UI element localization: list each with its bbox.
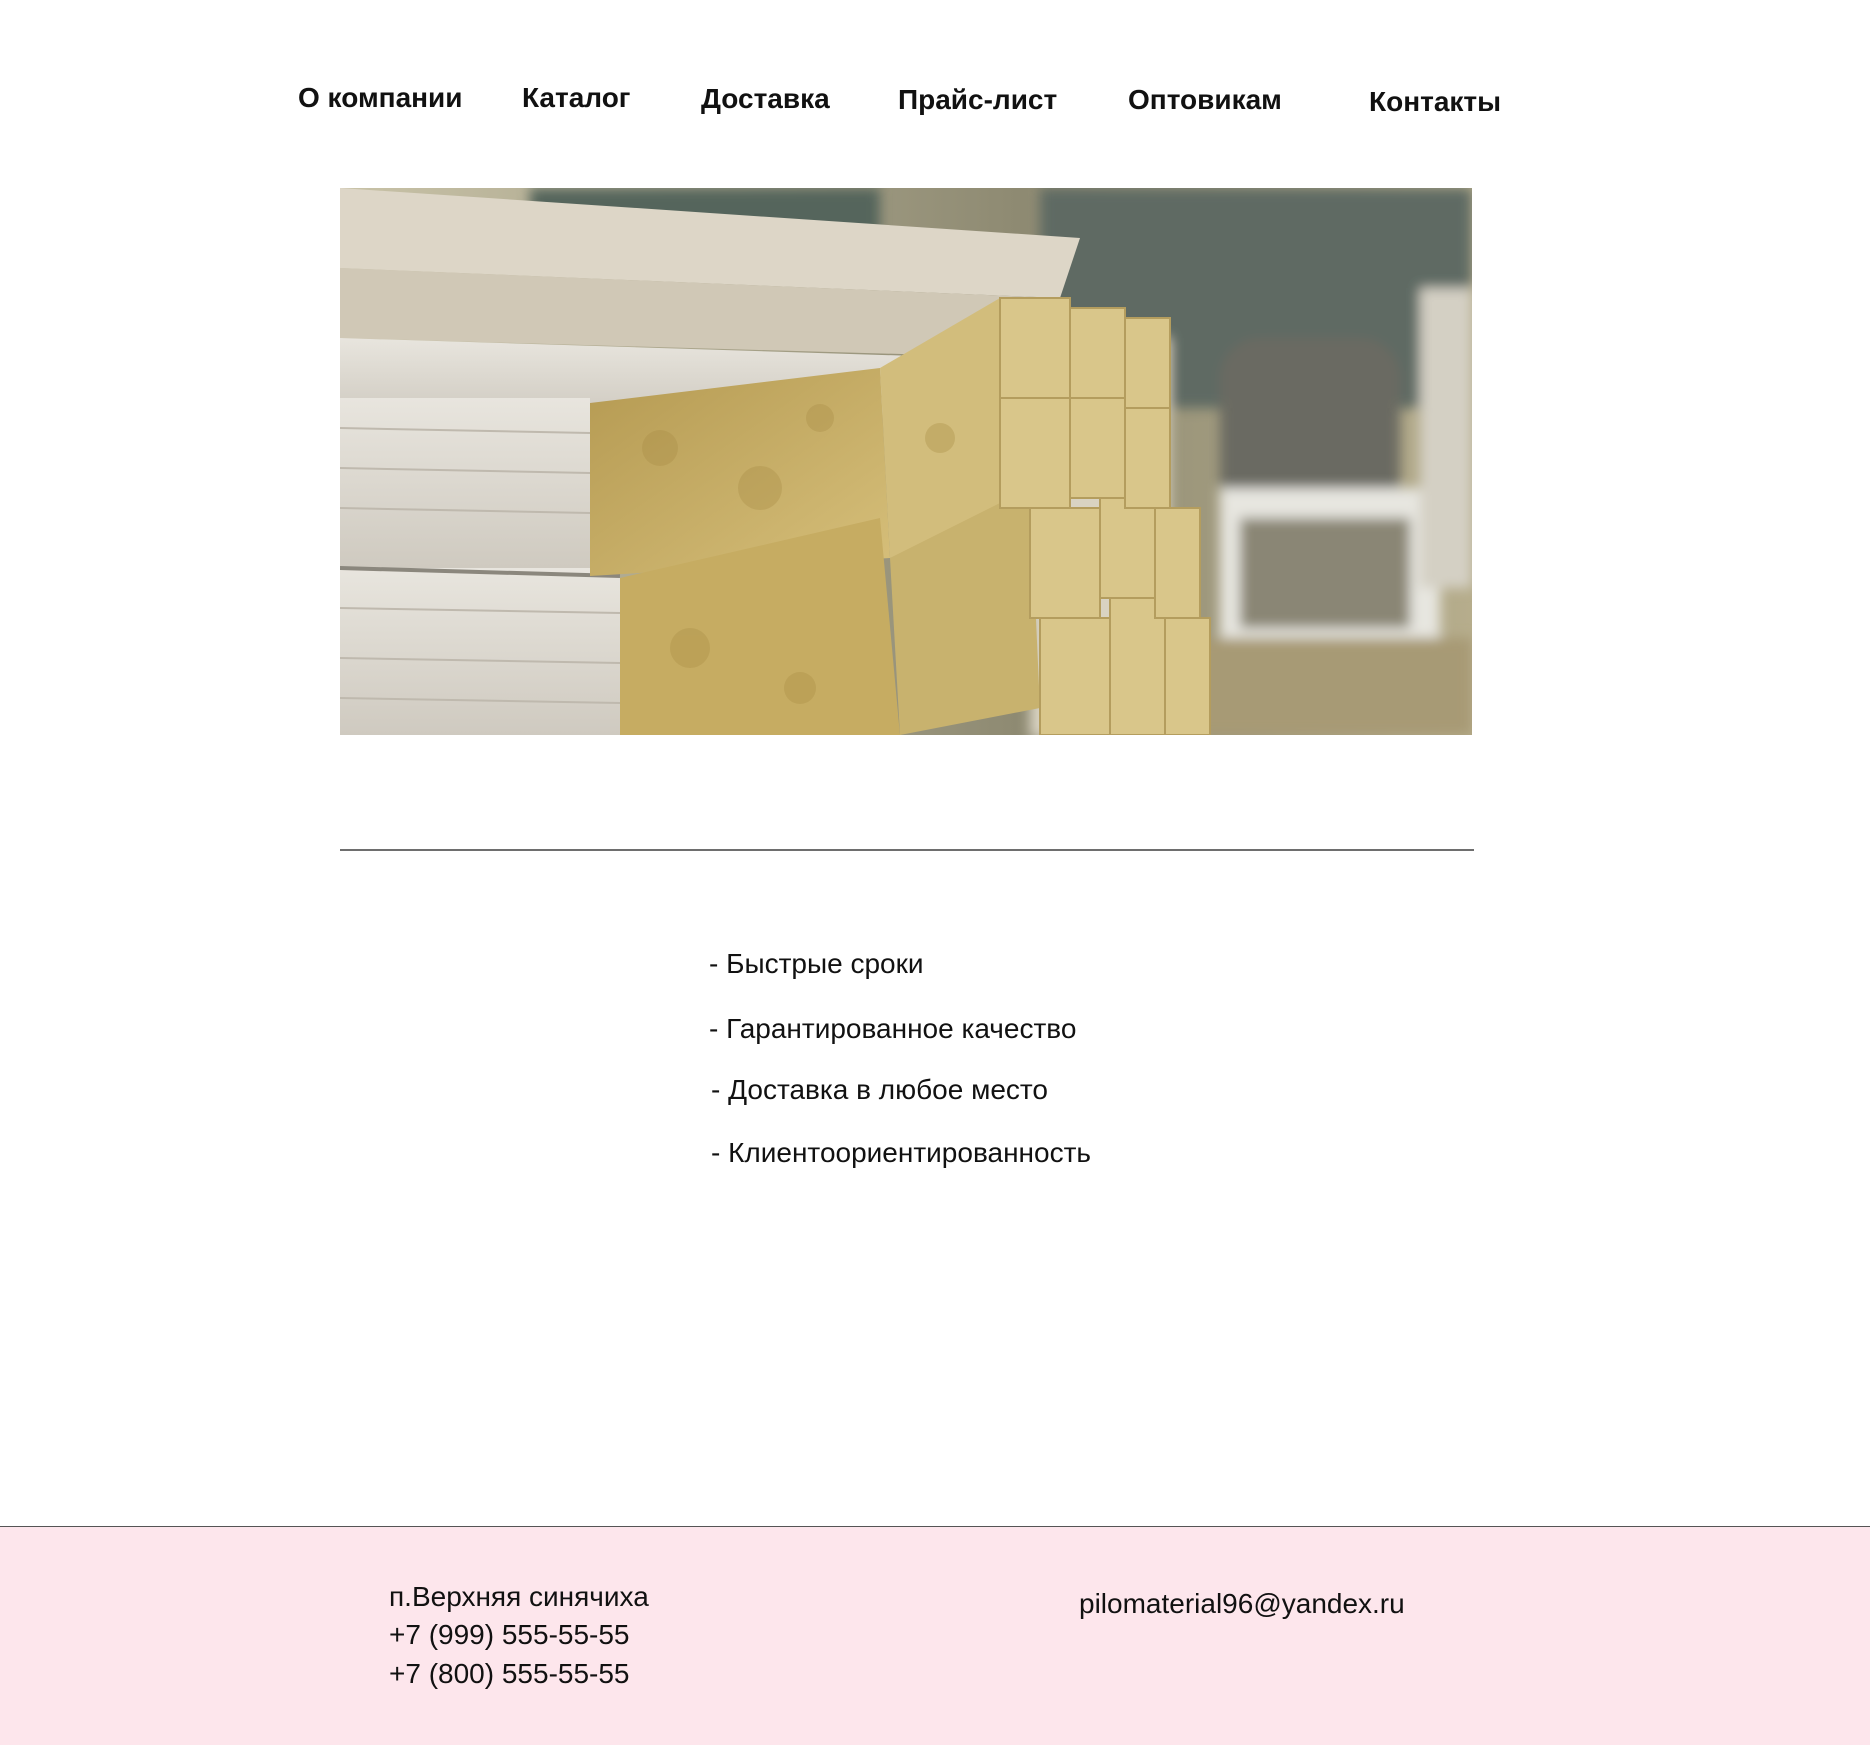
nav-item-contacts[interactable]: Контакты [1369,86,1501,118]
feature-item: - Клиентоориентированность [711,1137,1091,1168]
feature-item: - Гарантированное качество [709,1013,1077,1044]
footer-email[interactable]: pilomaterial96@yandex.ru [1079,1588,1405,1620]
nav-item-price-list[interactable]: Прайс-лист [898,84,1057,116]
hero-image-lumber-stack [340,188,1472,735]
nav-item-catalog[interactable]: Каталог [522,82,630,114]
footer-address: п.Верхняя синячиха [389,1581,649,1612]
footer: п.Верхняя синячиха +7 (999) 555-55-55 +7… [0,1526,1870,1745]
nav-item-delivery[interactable]: Доставка [701,83,830,115]
section-divider [340,849,1474,851]
feature-item: - Доставка в любое место [711,1074,1048,1105]
footer-phone[interactable]: +7 (999) 555-55-55 [389,1619,630,1651]
nav-item-wholesale[interactable]: Оптовикам [1128,84,1282,116]
footer-phone[interactable]: +7 (800) 555-55-55 [389,1658,630,1690]
nav-item-about[interactable]: О компании [298,82,462,114]
feature-item: - Быстрые сроки [709,948,924,979]
